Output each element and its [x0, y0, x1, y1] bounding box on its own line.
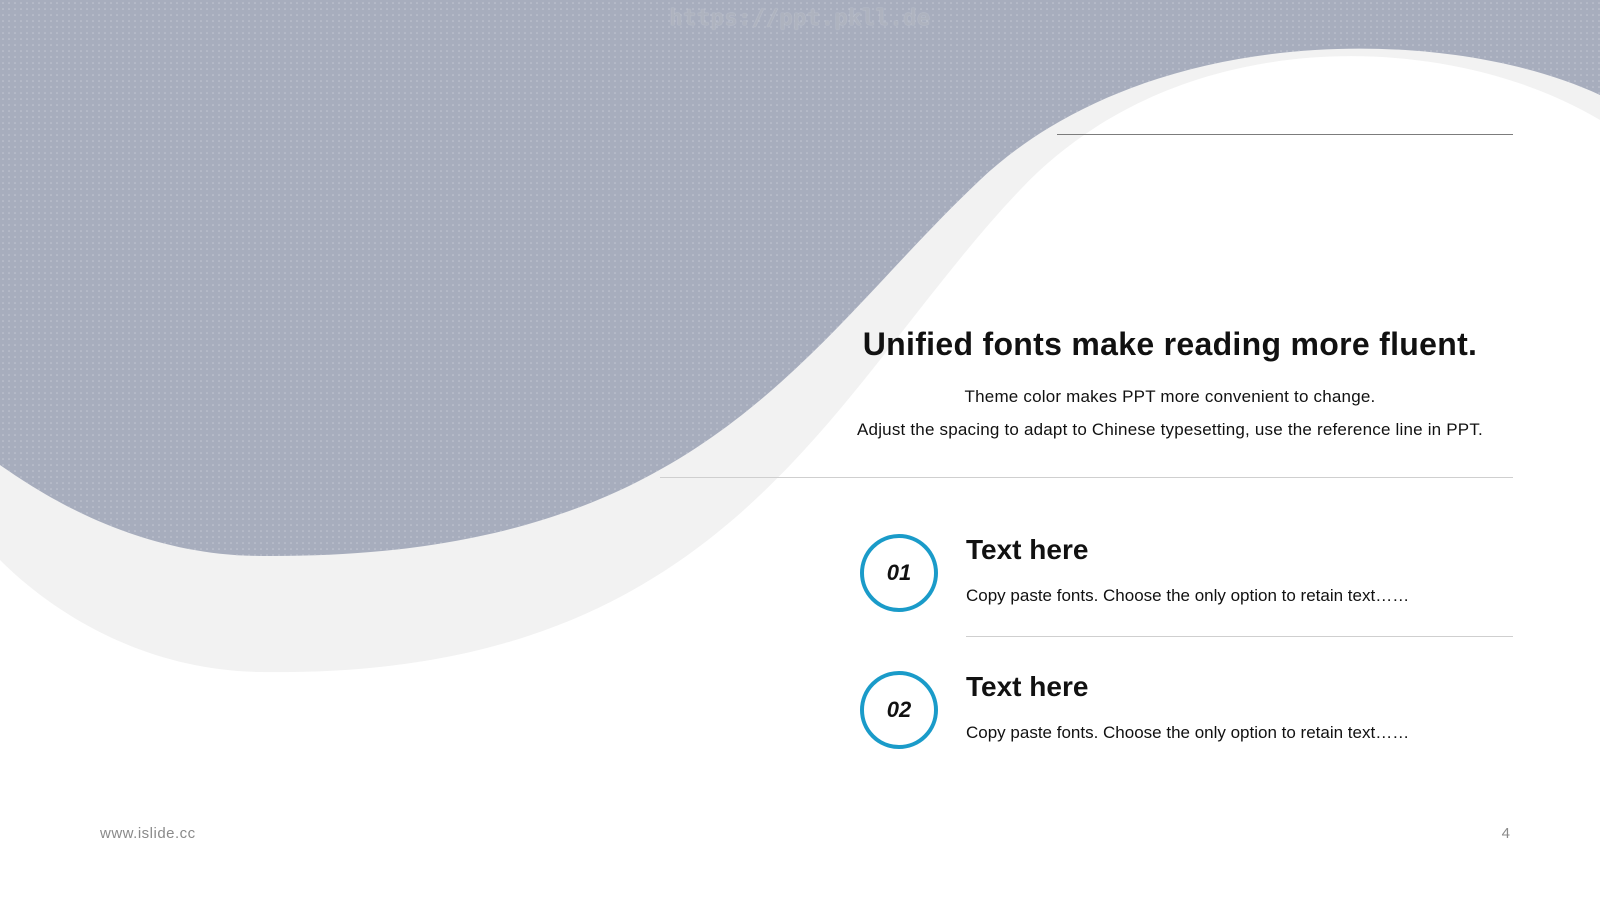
wave-dot-pattern	[0, 0, 1600, 557]
list-item: 01 Text here Copy paste fonts. Choose th…	[860, 534, 1520, 624]
item-description: Copy paste fonts. Choose the only option…	[966, 723, 1410, 742]
watermark-url: https://ppt.pkll.de	[669, 6, 931, 31]
middle-divider-line	[660, 477, 1513, 478]
footer-website: www.islide.cc	[100, 825, 196, 842]
subline-spacing: Adjust the spacing to adapt to Chinese t…	[857, 420, 1483, 439]
number-circle-02: 02	[860, 671, 938, 749]
slide: https://ppt.pkll.de Unified fonts make r…	[0, 0, 1600, 900]
subline-theme-color: Theme color makes PPT more convenient to…	[964, 387, 1376, 406]
page-number: 4	[1501, 825, 1510, 842]
top-divider-line	[1057, 134, 1513, 135]
item-title: Text here	[966, 534, 1089, 565]
number-circle-01: 01	[860, 534, 938, 612]
slide-headline: Unified fonts make reading more fluent.	[862, 326, 1478, 362]
background-wave-graphic	[0, 0, 1600, 673]
item-divider-line	[966, 636, 1513, 637]
item-description: Copy paste fonts. Choose the only option…	[966, 586, 1410, 605]
item-title: Text here	[966, 671, 1089, 702]
list-item: 02 Text here Copy paste fonts. Choose th…	[860, 671, 1520, 761]
